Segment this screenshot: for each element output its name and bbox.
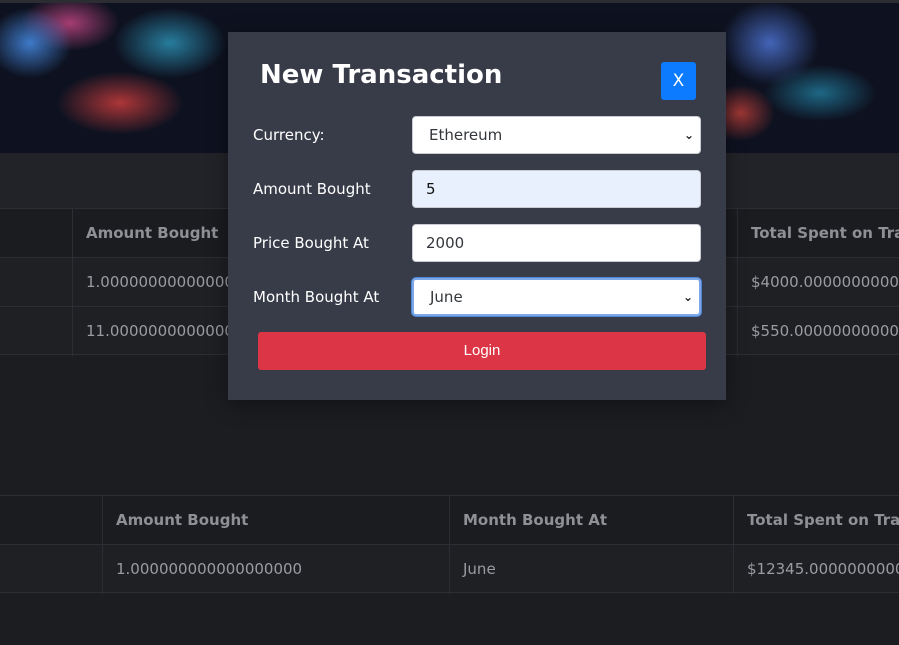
cell-total: $12345.0000000000000 [733,545,899,594]
amount-input[interactable]: 5 [412,170,701,208]
table-header-row: Amount Bought Month Bought At Total Spen… [0,495,899,545]
amount-label: Amount Bought [253,180,371,198]
month-select-value: June [430,288,463,306]
table-row: 1.000000000000000000 June $12345.0000000… [0,544,899,594]
cell-amount: 1.000000000000000000 [102,545,449,594]
new-transaction-modal: New Transaction X Currency: Ethereum ⌄ A… [228,32,726,400]
month-select[interactable]: June ⌄ [412,278,701,316]
cell-month: June [449,545,734,594]
login-button[interactable]: Login [258,332,706,370]
price-label: Price Bought At [253,234,369,252]
currency-select[interactable]: Ethereum ⌄ [412,116,701,154]
month-label: Month Bought At [253,288,380,306]
currency-select-value: Ethereum [429,126,503,144]
header-total-spent: Total Spent on Trans [733,496,899,545]
currency-label: Currency: [253,126,325,144]
header-month-bought: Month Bought At [449,496,734,545]
page: Amount Bought Total Spent on Trans 1.000… [0,0,899,645]
chevron-down-icon: ⌄ [682,290,693,304]
header-amount-bought: Amount Bought [102,496,449,545]
modal-title: New Transaction [260,60,503,90]
close-button[interactable]: X [661,62,696,100]
cell-total: $4000.000000000000 [737,258,899,307]
transactions-table-2: Amount Bought Month Bought At Total Spen… [0,495,899,594]
chevron-down-icon: ⌄ [683,128,694,142]
header-total-spent: Total Spent on Trans [737,209,899,258]
price-input[interactable]: 2000 [412,224,701,262]
cell-total: $550.0000000000000 [737,307,899,356]
